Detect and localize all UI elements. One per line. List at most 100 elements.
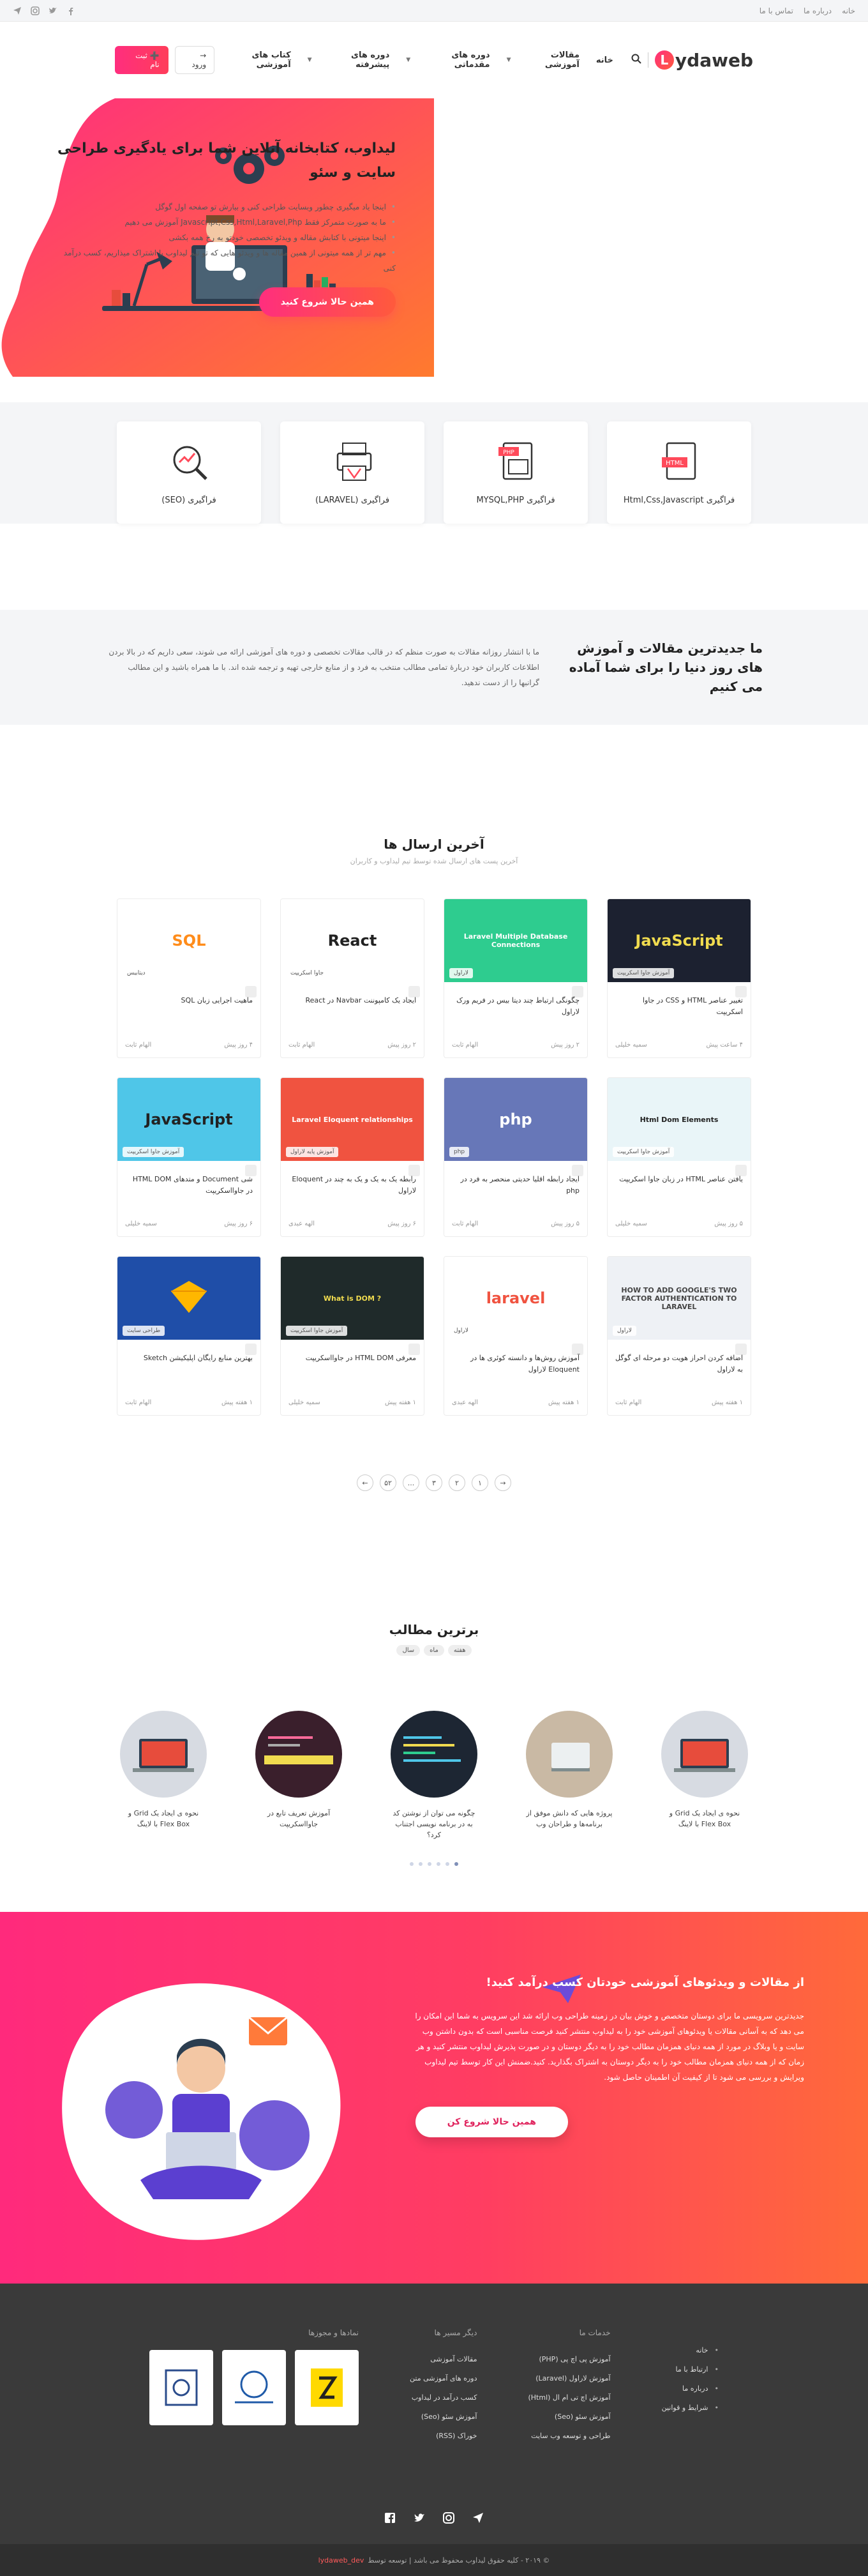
post-thumbnail[interactable]: Html Dom Elements آموزش جاوا اسکریپت: [608, 1078, 751, 1161]
post-thumbnail[interactable]: What is DOM ? آموزش جاوا اسکریپت: [281, 1257, 424, 1340]
footer-link[interactable]: • خانه: [662, 2341, 719, 2360]
post-author[interactable]: الهه عبدی: [452, 1399, 478, 1406]
post-category-badge[interactable]: آموزش جاوا اسکریپت: [286, 1326, 348, 1336]
footer-link[interactable]: آموزش پی اچ پی (PHP): [528, 2350, 610, 2369]
post-author[interactable]: الهام ثابت: [125, 1042, 151, 1049]
post-thumbnail[interactable]: HOW TO ADD GOOGLE'S TWO FACTOR AUTHENTIC…: [608, 1257, 751, 1340]
post-thumbnail[interactable]: طراحی سایت: [117, 1257, 260, 1340]
top-post[interactable]: نحوه ی ایجاد یک Grid و Flex Box با لاینگ: [120, 1711, 207, 1840]
top-post[interactable]: پروژه هایی که دانش موفق از برنامه‌ها و ط…: [526, 1711, 613, 1840]
footer-link[interactable]: طراحی و توسعه وب سایت: [528, 2427, 610, 2446]
top-post-image[interactable]: [255, 1711, 342, 1798]
post-category-badge[interactable]: طراحی سایت: [123, 1326, 165, 1336]
page-button[interactable]: ۳: [426, 1474, 442, 1491]
post-category-badge[interactable]: لاراول: [449, 1326, 473, 1336]
carousel-dot[interactable]: [437, 1862, 440, 1866]
post-thumbnail[interactable]: React جاوا اسکریپت: [281, 899, 424, 982]
enamad-symbol[interactable]: [149, 2350, 214, 2425]
top-post[interactable]: آموزش تعریف تابع در جاوااسکریپت: [255, 1711, 342, 1840]
carousel-dot[interactable]: [454, 1862, 458, 1866]
post-author[interactable]: الهام ثابت: [452, 1220, 478, 1227]
post-thumbnail[interactable]: Laravel Eloquent relationships آموزش پایه…: [281, 1078, 424, 1161]
page-button[interactable]: ←: [357, 1474, 373, 1491]
top-post-title[interactable]: نحوه ی ایجاد یک Grid و Flex Box با لاینگ: [120, 1808, 207, 1830]
post-card[interactable]: What is DOM ? آموزش جاوا اسکریپت معرفی HTM…: [280, 1256, 424, 1416]
post-title[interactable]: یافتن عناصر HTML در زبان جاوا اسکریپت: [615, 1174, 743, 1185]
top-post-title[interactable]: نحوه ی ایجاد یک Grid و Flex Box با لاینگ: [661, 1808, 748, 1830]
login-button[interactable]: → ورود: [174, 46, 215, 74]
post-category-badge[interactable]: دیتابیس: [123, 968, 150, 978]
post-author[interactable]: سمیه خلیلی: [615, 1220, 647, 1227]
period-tab[interactable]: ماه: [424, 1645, 444, 1656]
post-thumbnail[interactable]: laravel لاراول: [444, 1257, 587, 1340]
post-thumbnail[interactable]: SQL دیتابیس: [117, 899, 260, 982]
post-category-badge[interactable]: لاراول: [613, 1326, 636, 1336]
post-title[interactable]: ماهیت اجرایی زبان SQL: [125, 995, 253, 1006]
top-post[interactable]: چگونه می توان از نوشتن کد به در برنامه ن…: [391, 1711, 477, 1840]
category-card[interactable]: فراگیری (SEO): [117, 421, 261, 524]
post-card[interactable]: Laravel Eloquent relationships آموزش پایه…: [280, 1077, 424, 1237]
instagram-icon[interactable]: [443, 2512, 454, 2524]
samandehi-symbol[interactable]: [222, 2350, 287, 2425]
post-card[interactable]: طراحی سایت بهترین منابع رایگان اپلیکیشن S…: [117, 1256, 261, 1416]
carousel-dot[interactable]: [410, 1862, 414, 1866]
top-link[interactable]: خانه: [842, 6, 855, 15]
post-title[interactable]: شی Document و متدهای HTML DOM در جاوااسک…: [125, 1174, 253, 1197]
top-link[interactable]: درباره ما: [804, 6, 832, 15]
footer-link[interactable]: مقالات آموزشی: [410, 2350, 477, 2369]
page-button[interactable]: →: [495, 1474, 511, 1491]
top-post[interactable]: نحوه ی ایجاد یک Grid و Flex Box با لاینگ: [661, 1711, 748, 1840]
zarinpal-symbol[interactable]: [295, 2350, 359, 2425]
post-author[interactable]: سمیه خلیلی: [288, 1399, 320, 1406]
footer-link[interactable]: دوره های آموزشی متن: [410, 2369, 477, 2388]
post-title[interactable]: چگونگی ارتباط چند دیتا بیس در فریم ورک ل…: [452, 995, 580, 1018]
post-card[interactable]: React جاوا اسکریپت ایجاد یک کامپوننت Navba…: [280, 898, 424, 1058]
post-category-badge[interactable]: آموزش جاوا اسکریپت: [123, 1147, 184, 1157]
post-title[interactable]: بهترین منابع رایگان اپلیکیشن Sketch: [125, 1352, 253, 1364]
logo[interactable]: Lydaweb: [654, 50, 753, 71]
top-post-title[interactable]: آموزش تعریف تابع در جاوااسکریپت: [255, 1808, 342, 1830]
post-title[interactable]: اضافه کردن احراز هویت دو مرحله ای گوگل ب…: [615, 1352, 743, 1375]
top-post-title[interactable]: پروژه هایی که دانش موفق از برنامه‌ها و ط…: [526, 1808, 613, 1830]
footer-link[interactable]: خوراک (RSS): [410, 2427, 477, 2446]
category-card[interactable]: HTML فراگیری Html,Css,Javascript: [607, 421, 751, 524]
page-button[interactable]: ۱: [472, 1474, 488, 1491]
carousel-dot[interactable]: [428, 1862, 431, 1866]
nav-item[interactable]: خانه: [596, 50, 613, 70]
post-card[interactable]: HOW TO ADD GOOGLE'S TWO FACTOR AUTHENTIC…: [607, 1256, 751, 1416]
developer-link[interactable]: lydaweb_dev: [318, 2556, 364, 2565]
post-thumbnail[interactable]: JavaScript آموزش جاوا اسکریپت: [117, 1078, 260, 1161]
footer-link[interactable]: • ارتباط با ما: [662, 2360, 719, 2379]
search-icon[interactable]: [631, 54, 641, 66]
post-author[interactable]: الهام ثابت: [125, 1399, 151, 1406]
facebook-icon[interactable]: [384, 2512, 396, 2524]
post-title[interactable]: معرفی HTML DOM در جاوااسکریپت: [288, 1352, 416, 1364]
top-post-image[interactable]: [661, 1711, 748, 1798]
top-post-image[interactable]: [120, 1711, 207, 1798]
top-post-title[interactable]: چگونه می توان از نوشتن کد به در برنامه ن…: [391, 1808, 477, 1840]
send-icon[interactable]: [472, 2512, 484, 2524]
post-card[interactable]: SQL دیتابیس ماهیت اجرایی زبان SQL ۴ روز پیش…: [117, 898, 261, 1058]
nav-item[interactable]: دوره های پیشرفته ▼: [308, 50, 390, 70]
footer-link[interactable]: کسب درآمد در لیداوب: [410, 2388, 477, 2407]
post-card[interactable]: Laravel Multiple Database Connections لار…: [444, 898, 588, 1058]
post-thumbnail[interactable]: Laravel Multiple Database Connections لار…: [444, 899, 587, 982]
period-tab[interactable]: هفته: [447, 1645, 472, 1656]
post-category-badge[interactable]: آموزش جاوا اسکریپت: [613, 1147, 675, 1157]
footer-link[interactable]: آموزش سئو (Seo): [528, 2407, 611, 2427]
post-category-badge[interactable]: لاراول: [449, 968, 473, 978]
post-card[interactable]: php php ایجاد رابطه اقلیا حدیتی منحصر به ف…: [444, 1077, 588, 1237]
post-author[interactable]: الهام ثابت: [452, 1042, 478, 1049]
carousel-dot[interactable]: [445, 1862, 449, 1866]
post-title[interactable]: آموزش روش‌ها و دانسته کوئری ها در Eloque…: [452, 1352, 580, 1375]
page-button[interactable]: ...: [403, 1474, 419, 1491]
top-post-image[interactable]: [526, 1711, 613, 1798]
top-post-image[interactable]: [391, 1711, 477, 1798]
period-tab[interactable]: سال: [396, 1645, 421, 1656]
post-thumbnail[interactable]: JavaScript آموزش جاوا اسکریپت: [608, 899, 751, 982]
post-category-badge[interactable]: php: [449, 1147, 470, 1157]
register-button[interactable]: ➕ ثبت نام: [115, 46, 168, 74]
top-link[interactable]: تماس با ما: [760, 6, 793, 15]
post-title[interactable]: ایجاد رابطه اقلیا حدیتی منحصر به فرد در …: [452, 1174, 580, 1197]
category-card[interactable]: PHP فراگیری MYSQL,PHP: [444, 421, 588, 524]
